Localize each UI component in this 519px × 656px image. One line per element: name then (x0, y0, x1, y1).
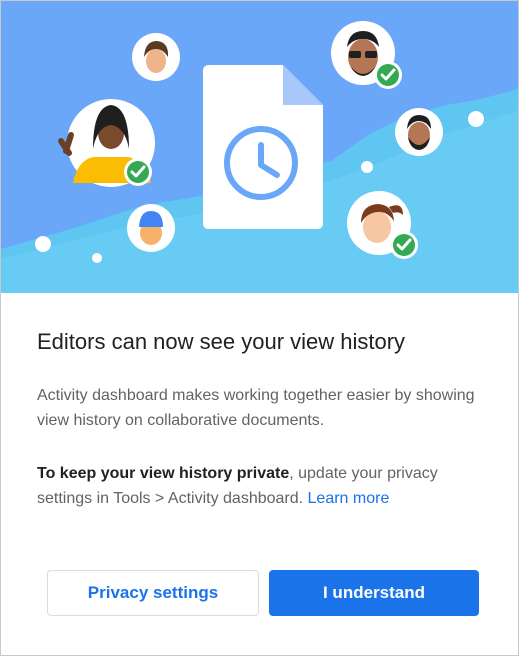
privacy-note: To keep your view history private, updat… (37, 461, 487, 511)
privacy-settings-button[interactable]: Privacy settings (47, 570, 259, 616)
i-understand-button[interactable]: I understand (269, 570, 479, 616)
dialog-description: Activity dashboard makes working togethe… (37, 387, 475, 429)
dialog-title: Editors can now see your view history (37, 329, 406, 354)
learn-more-link[interactable]: Learn more (308, 490, 390, 507)
decor-dot-icon (361, 161, 373, 173)
avatar-icon (395, 108, 443, 156)
activity-dashboard-dialog: Editors can now see your view history Ac… (0, 0, 519, 656)
avatar-icon (132, 33, 180, 81)
checkmark-badge-icon (124, 158, 152, 186)
checkmark-badge-icon (390, 231, 418, 259)
hero-illustration (1, 1, 518, 293)
avatar-icon (127, 204, 175, 252)
checkmark-badge-icon (374, 61, 402, 89)
decor-dot-icon (35, 236, 51, 252)
decor-dot-icon (92, 253, 102, 263)
privacy-note-bold: To keep your view history private (37, 465, 290, 482)
decor-dot-icon (468, 111, 484, 127)
